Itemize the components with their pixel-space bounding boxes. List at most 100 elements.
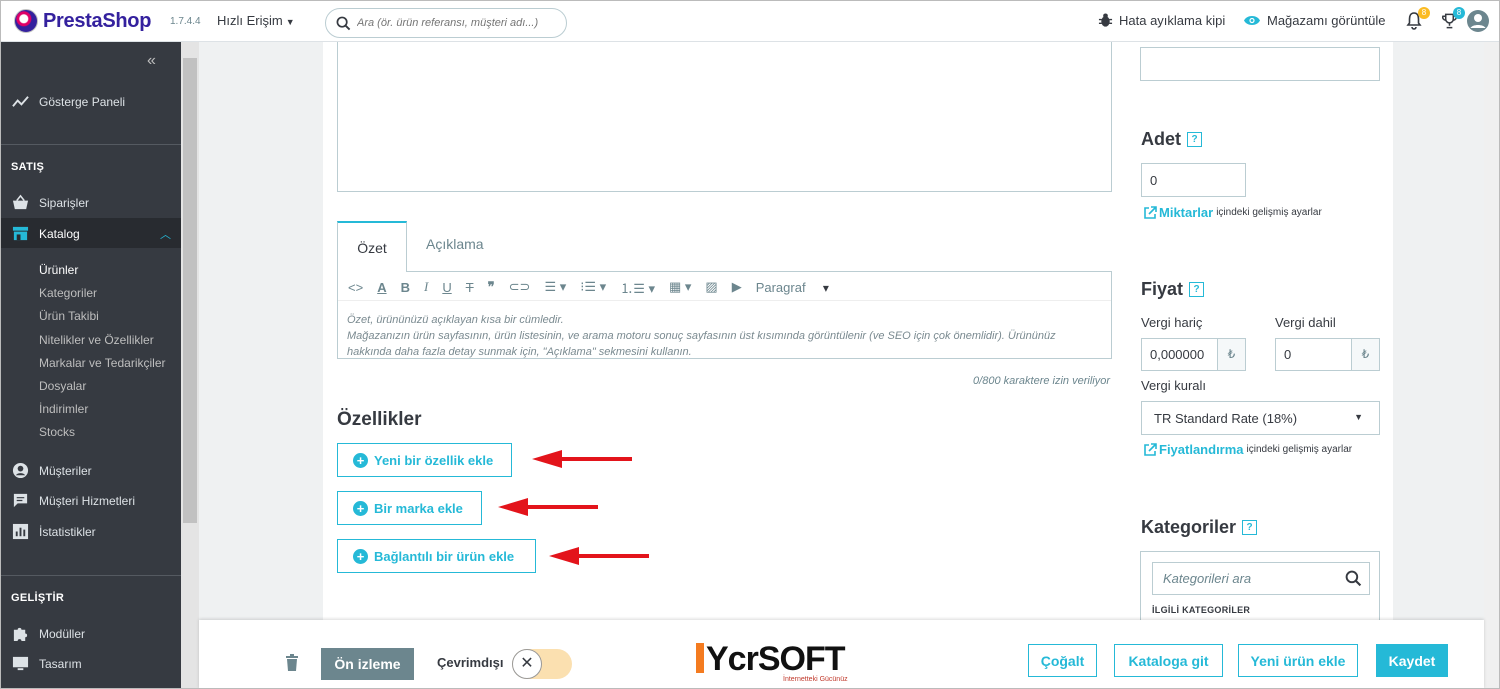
sidebar-item-catalog[interactable]: Katalog ︿ [0,218,181,248]
tax-excl-label: Vergi hariç [1141,315,1203,330]
sidebar-subitem-categories[interactable]: Kategoriler [39,286,97,300]
add-new-product-button[interactable]: Yeni ürün ekle [1238,644,1358,677]
sidebar-subitem-files[interactable]: Dosyalar [39,379,86,393]
sidebar-subitem-brands[interactable]: Markalar ve Tedarikçiler [39,356,166,370]
logo-text: PrestaShop [43,9,152,32]
notifications-button[interactable]: 8 [1406,7,1430,30]
top-bar: PrestaShop 1.7.4.4 Hızlı Erişim▼ Hata ay… [0,0,1500,42]
paragraph-dropdown[interactable]: Paragraf ▾ [756,280,829,295]
sidebar-item-stats[interactable]: İstatistikler [12,523,96,540]
sidebar-item-design[interactable]: Tasarım [12,655,82,672]
advanced-settings-label: içindeki gelişmiş ayarlar [1246,444,1353,455]
sidebar-subitem-monitoring[interactable]: Ürün Takibi [39,309,99,323]
tab-description[interactable]: Açıklama [426,236,484,252]
logo-bar [696,643,704,673]
bold-icon[interactable]: B [401,280,410,295]
page-scrollbar[interactable] [1484,42,1500,689]
collapse-sidebar-icon[interactable]: « [147,52,156,70]
add-feature-button[interactable]: + Yeni bir özellik ekle [337,443,512,477]
tab-summary[interactable]: Özet [337,221,407,272]
trash-icon[interactable] [285,654,299,671]
sidebar-item-label: İstatistikler [39,524,96,539]
chevron-up-icon: ︿ [160,229,171,241]
duplicate-button[interactable]: Çoğalt [1028,644,1097,677]
sidebar-subitem-discounts[interactable]: İndirimler [39,402,88,416]
table-icon[interactable]: ▦ ▾ [669,279,691,295]
achievement-badge: 8 [1453,7,1465,19]
sidebar-subitem-stocks[interactable]: Stocks [39,425,75,439]
help-icon[interactable]: ? [1189,282,1205,297]
search-icon [336,16,351,30]
pricing-advanced-link[interactable]: Fiyatlandırma içindeki gelişmiş ayarlar [1143,442,1352,457]
caret-down-icon: ▼ [285,17,295,27]
categories-box: Kategorileri ara İLGİLİ KATEGORİLER [1140,551,1380,623]
description-editor-area[interactable] [337,42,1112,192]
quantities-advanced-link[interactable]: Miktarlar içindeki gelişmiş ayarlar [1143,205,1322,220]
align-icon[interactable]: ☰ ▾ [544,279,566,295]
caret-down-icon: ▼ [1354,412,1363,422]
tax-rule-select[interactable]: TR Standard Rate (18%) ▼ [1141,401,1380,435]
view-store-label: Mağazamı görüntüle [1267,13,1386,28]
numbered-list-icon[interactable]: ⒈☰ ▾ [620,278,655,297]
sidebar-item-modules[interactable]: Modüller [12,625,85,642]
price-tax-excl-input[interactable]: 0,000000 ₺ [1141,338,1246,371]
sidebar-item-dashboard[interactable]: Gösterge Paneli [12,93,125,110]
strikethrough-icon[interactable]: T [466,280,474,295]
achievements-button[interactable]: 8 [1441,7,1465,30]
quantity-title: Adet? [1141,129,1202,150]
trending-up-icon [12,96,29,107]
online-toggle[interactable]: ✕ [512,649,572,679]
close-icon: ✕ [512,649,542,679]
basket-icon [12,194,29,210]
price-tax-incl-input[interactable]: 0 ₺ [1275,338,1380,371]
summary-textarea[interactable]: Özet, ürününüzü açıklayan kısa bir cümle… [347,312,1102,360]
sidebar-item-customer-service[interactable]: Müşteri Hizmetleri [12,492,135,509]
sidebar-subitem-products[interactable]: Ürünler [39,263,78,277]
quote-icon[interactable]: ❞ [488,279,495,295]
help-icon[interactable]: ? [1187,132,1202,147]
reference-input[interactable] [1140,47,1380,81]
quantity-input[interactable]: 0 [1141,163,1246,197]
price-title-label: Fiyat [1141,279,1184,299]
sidebar: « Gösterge Paneli SATIŞ Siparişler Katal… [0,42,181,689]
tax-incl-label: Vergi dahil [1275,315,1336,330]
sidebar-scrollbar-thumb[interactable] [183,58,197,523]
italic-icon[interactable]: I [424,279,428,295]
preview-button[interactable]: Ön izleme [321,648,414,680]
save-button[interactable]: Kaydet [1376,644,1448,677]
image-icon[interactable]: ▨ [705,279,717,295]
sidebar-item-customers[interactable]: Müşteriler [12,462,92,479]
prestashop-logo[interactable]: PrestaShop [14,9,151,33]
advanced-settings-label: içindeki gelişmiş ayarlar [1216,207,1322,218]
underline-icon[interactable]: U [442,280,451,295]
link-icon[interactable]: ⊂⊃ [509,279,531,295]
currency-addon: ₺ [1351,339,1379,370]
debug-mode-link[interactable]: Hata ayıklama kipi [1098,13,1225,28]
search-bar[interactable] [325,8,567,38]
help-icon[interactable]: ? [1242,520,1258,535]
user-avatar[interactable] [1467,10,1489,32]
sidebar-subitem-attributes[interactable]: Nitelikler ve Özellikler [39,333,154,347]
sidebar-item-label: Siparişler [39,195,90,210]
sidebar-section-improve: GELİŞTİR [11,592,65,604]
categories-search-input[interactable]: Kategorileri ara [1152,562,1370,595]
sidebar-item-label: Katalog [39,227,80,241]
red-arrow-annotation [498,498,598,516]
search-input[interactable] [357,17,557,29]
sidebar-item-label: Gösterge Paneli [39,94,126,109]
sidebar-item-label: Müşteriler [39,463,92,478]
view-store-link[interactable]: Mağazamı görüntüle [1243,13,1386,28]
code-view-icon[interactable]: <> [348,280,363,295]
video-icon[interactable]: ▶ [732,279,742,295]
go-to-catalog-button[interactable]: Kataloga git [1114,644,1223,677]
add-related-product-button[interactable]: + Bağlantılı bir ürün ekle [337,539,536,573]
footer-bar: Ön izleme Çevrimdışı ✕ YcrSOFT İnternett… [199,620,1484,689]
add-brand-button[interactable]: + Bir marka ekle [337,491,482,525]
categories-search-placeholder: Kategorileri ara [1163,571,1252,586]
sidebar-item-orders[interactable]: Siparişler [12,194,89,211]
font-color-icon[interactable]: A [377,280,386,295]
tax-incl-value: 0 [1284,347,1292,362]
external-link-icon [1144,442,1157,456]
bullet-list-icon[interactable]: ⁝☰ ▾ [580,279,606,295]
quick-access-dropdown[interactable]: Hızlı Erişim ▼ [217,13,295,28]
